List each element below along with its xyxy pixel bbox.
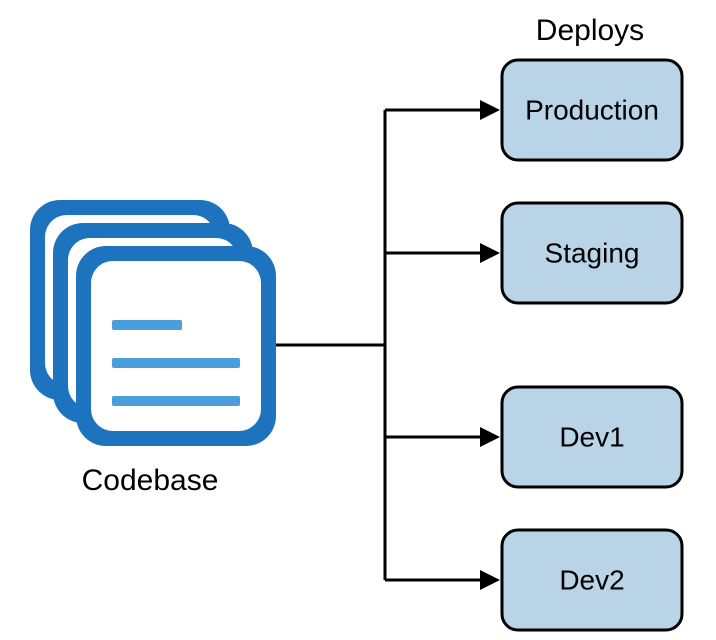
deploy-label-dev2: Dev2 bbox=[559, 564, 624, 595]
deploy-box-dev1: Dev1 bbox=[502, 387, 682, 487]
diagram-canvas: Deploys Codebase bbox=[0, 0, 716, 640]
deploys-header: Deploys bbox=[536, 14, 644, 47]
deploy-box-dev2: Dev2 bbox=[502, 530, 682, 630]
connectors bbox=[276, 100, 500, 590]
codebase-icon bbox=[30, 200, 276, 446]
deploy-label-dev1: Dev1 bbox=[559, 421, 624, 452]
deploy-box-production: Production bbox=[502, 60, 682, 160]
codebase-label: Codebase bbox=[82, 464, 219, 497]
deploy-box-staging: Staging bbox=[502, 203, 682, 303]
deploy-label-staging: Staging bbox=[545, 237, 640, 268]
deploy-label-production: Production bbox=[525, 94, 659, 125]
